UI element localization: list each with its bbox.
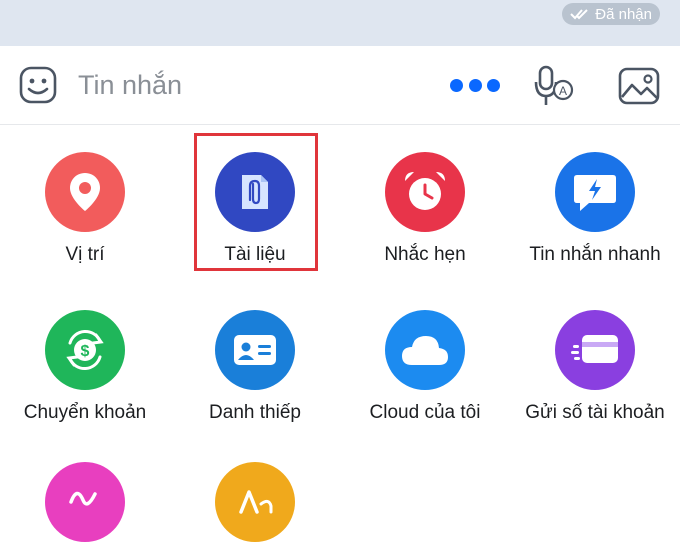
action-label: Gửi số tài khoản bbox=[525, 402, 665, 423]
message-input[interactable] bbox=[78, 68, 418, 102]
more-dots-icon[interactable] bbox=[450, 76, 500, 94]
lightning-chat-icon bbox=[555, 152, 635, 232]
action-label: Nhắc hẹn bbox=[384, 244, 466, 265]
action-grid: Vị trí Tài liệu Nhắc hẹn Tin nhắn nhanh … bbox=[0, 124, 680, 542]
action-font-style[interactable] bbox=[170, 462, 340, 542]
credit-card-icon bbox=[555, 310, 635, 390]
chat-area: Đã nhận bbox=[0, 0, 680, 46]
location-pin-icon bbox=[45, 152, 125, 232]
image-icon[interactable] bbox=[617, 66, 661, 106]
voice-to-text-icon[interactable]: A bbox=[534, 64, 574, 108]
action-my-cloud[interactable]: Cloud của tôi bbox=[340, 310, 510, 424]
action-transfer[interactable]: $ Chuyển khoản bbox=[0, 310, 170, 424]
font-style-icon bbox=[215, 462, 295, 542]
action-send-account-number[interactable]: Gửi số tài khoản bbox=[510, 310, 680, 424]
action-location[interactable]: Vị trí bbox=[0, 152, 170, 266]
action-label: Vị trí bbox=[65, 244, 105, 265]
svg-text:A: A bbox=[559, 84, 567, 98]
action-reminder[interactable]: Nhắc hẹn bbox=[340, 152, 510, 266]
status-text: Đã nhận bbox=[595, 5, 652, 23]
action-label: Cloud của tôi bbox=[369, 402, 481, 423]
action-quick-message[interactable]: Tin nhắn nhanh bbox=[510, 152, 680, 266]
money-transfer-icon: $ bbox=[45, 310, 125, 390]
alarm-clock-icon bbox=[385, 152, 465, 232]
status-badge: Đã nhận bbox=[562, 3, 660, 25]
action-label: Tin nhắn nhanh bbox=[529, 244, 661, 265]
sticker-face-icon[interactable] bbox=[18, 65, 58, 105]
action-label: Danh thiếp bbox=[209, 402, 301, 423]
svg-text:$: $ bbox=[81, 343, 90, 360]
business-card-icon bbox=[215, 310, 295, 390]
action-business-card[interactable]: Danh thiếp bbox=[170, 310, 340, 424]
selection-highlight bbox=[194, 133, 318, 271]
action-doodle[interactable] bbox=[0, 462, 170, 542]
double-check-icon bbox=[570, 9, 588, 20]
message-composer: A bbox=[0, 46, 680, 125]
doodle-icon bbox=[45, 462, 125, 542]
action-label: Chuyển khoản bbox=[23, 402, 147, 423]
cloud-icon bbox=[385, 310, 465, 390]
